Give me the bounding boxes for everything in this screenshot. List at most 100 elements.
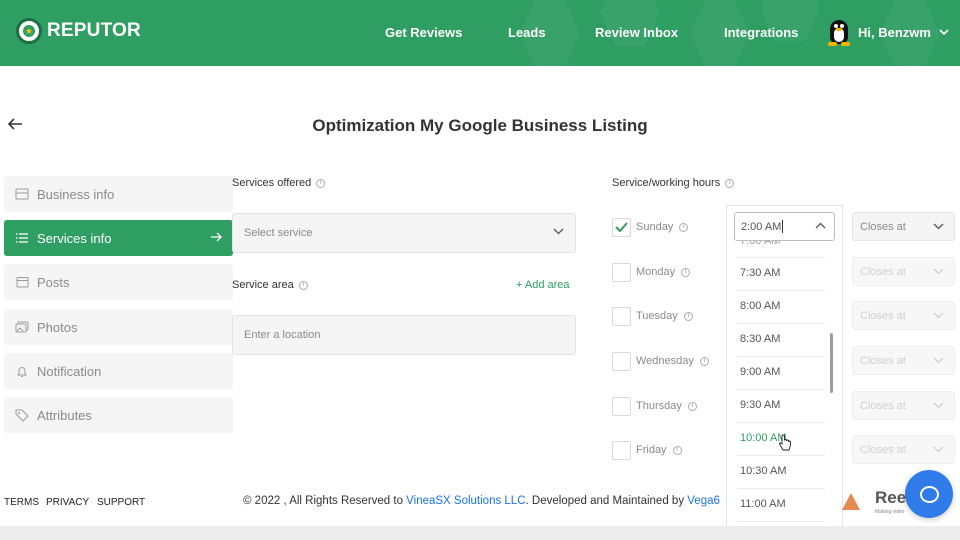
sunday-checkbox[interactable] — [612, 217, 631, 237]
time-option[interactable]: 8:30 AM — [740, 333, 780, 345]
day-label: Monday — [636, 266, 676, 278]
chevron-up-icon — [815, 222, 826, 229]
chat-bubble-icon — [919, 485, 939, 503]
arrow-right-icon — [211, 232, 222, 242]
sidebar-item-label: Attributes — [37, 407, 92, 423]
copyright-text: © 2022 , All Rights Reserved to VineaSX … — [243, 495, 720, 507]
sidebar-item-posts[interactable]: Posts — [4, 264, 233, 300]
service-select[interactable]: Select service — [232, 213, 576, 253]
footer-terms-link[interactable]: TERMS — [4, 497, 39, 508]
time-option[interactable]: 9:30 AM — [740, 399, 780, 411]
chevron-down-icon — [933, 402, 944, 409]
thursday-closes-select[interactable]: Closes at — [852, 391, 955, 420]
nav-leads[interactable]: Leads — [508, 25, 546, 40]
day-label: Friday — [636, 444, 667, 456]
wednesday-closes-select[interactable]: Closes at — [852, 346, 955, 375]
sidebar-item-label: Photos — [37, 319, 78, 335]
list-icon — [15, 231, 29, 245]
chevron-down-icon — [939, 29, 949, 35]
time-dropdown-list[interactable]: 7:00 AM 7:30 AM 8:00 AM 8:30 AM 9:00 AM … — [726, 205, 843, 540]
footer-privacy-link[interactable]: PRIVACY — [46, 497, 89, 508]
services-offered-label: Services offered i — [232, 177, 326, 189]
day-row-friday: Friday i — [612, 440, 682, 460]
location-input[interactable] — [232, 315, 576, 355]
day-label: Thursday — [636, 400, 682, 412]
sidebar-item-business-info[interactable]: Business info — [4, 176, 233, 212]
dropdown-scrollbar[interactable] — [830, 333, 833, 393]
page-title: Optimization My Google Business Listing — [312, 116, 648, 135]
info-icon: i — [316, 178, 326, 188]
time-option[interactable]: 8:00 AM — [740, 300, 780, 312]
day-row-wednesday: Wednesday i — [612, 351, 709, 371]
footer-support-link[interactable]: SUPPORT — [97, 497, 145, 508]
sunday-closes-select[interactable]: Closes at — [852, 212, 955, 241]
tag-icon — [15, 408, 29, 422]
time-option[interactable]: 9:00 AM — [740, 366, 780, 378]
info-icon: i — [679, 222, 689, 232]
tuesday-checkbox[interactable] — [612, 306, 631, 326]
user-menu[interactable]: Hi, Benzwm — [826, 18, 949, 46]
wednesday-checkbox[interactable] — [612, 351, 631, 371]
day-label: Wednesday — [636, 355, 694, 367]
sidebar-item-label: Services info — [37, 230, 112, 246]
friday-checkbox[interactable] — [612, 440, 631, 460]
nav-review-inbox[interactable]: Review Inbox — [595, 25, 678, 40]
day-row-monday: Monday i — [612, 262, 691, 282]
tuesday-closes-select[interactable]: Closes at — [852, 301, 955, 330]
user-greeting: Hi, Benzwm — [858, 24, 931, 40]
info-icon: i — [687, 401, 697, 411]
friday-closes-select[interactable]: Closes at — [852, 435, 955, 464]
chat-support-button[interactable] — [905, 470, 953, 518]
time-option[interactable]: 7:30 AM — [740, 267, 780, 279]
thursday-checkbox[interactable] — [612, 396, 631, 416]
company-link[interactable]: VineaSX Solutions LLC — [406, 495, 525, 507]
sidebar-item-notification[interactable]: Notification — [4, 353, 233, 389]
calendar-icon — [15, 275, 29, 289]
brand-name: REPUTOR — [47, 20, 141, 41]
nav-get-reviews[interactable]: Get Reviews — [385, 25, 462, 40]
sidebar-item-services-info[interactable]: Services info — [4, 220, 233, 256]
chevron-down-icon — [553, 228, 564, 235]
working-hours-label: Service/working hours i — [612, 177, 735, 189]
day-row-tuesday: Tuesday i — [612, 306, 693, 326]
nav-integrations[interactable]: Integrations — [724, 25, 798, 40]
sidebar-item-attributes[interactable]: Attributes — [4, 397, 233, 433]
info-icon: i — [681, 267, 691, 277]
day-label: Tuesday — [636, 310, 678, 322]
info-icon: i — [725, 178, 735, 188]
sidebar-item-label: Posts — [37, 274, 70, 290]
store-icon — [15, 187, 29, 201]
service-select-placeholder: Select service — [244, 227, 313, 239]
hand-cursor-icon — [779, 434, 791, 451]
info-icon: i — [298, 280, 308, 290]
brand-logo[interactable]: ★ REPUTOR — [16, 18, 141, 44]
time-option[interactable]: 11:00 AM — [740, 498, 786, 510]
chevron-down-icon — [933, 357, 944, 364]
logo-icon: ★ — [16, 18, 42, 44]
monday-closes-select[interactable]: Closes at — [852, 257, 955, 286]
top-header: ★ REPUTOR Get Reviews Leads Review Inbox… — [0, 0, 960, 66]
chevron-down-icon — [933, 312, 944, 319]
sidebar-item-label: Notification — [37, 363, 102, 379]
chevron-down-icon — [933, 223, 944, 230]
info-icon: i — [672, 445, 682, 455]
sidebar-item-label: Business info — [37, 186, 115, 202]
time-option[interactable]: 10:30 AM — [740, 465, 786, 477]
add-area-button[interactable]: + Add area — [516, 279, 570, 291]
day-row-thursday: Thursday i — [612, 396, 697, 416]
bell-icon — [15, 364, 29, 378]
day-row-sunday: Sunday i — [612, 217, 689, 237]
chevron-down-icon — [933, 268, 944, 275]
image-icon — [15, 320, 29, 334]
day-label: Sunday — [636, 221, 674, 233]
monday-checkbox[interactable] — [612, 262, 631, 282]
sidebar-item-photos[interactable]: Photos — [4, 309, 233, 345]
service-area-label: Service area i — [232, 279, 308, 291]
chevron-down-icon — [933, 446, 944, 453]
sunday-opens-select[interactable]: 2:00 AM — [734, 212, 835, 241]
developer-link[interactable]: Vega6 — [687, 495, 720, 507]
check-icon — [615, 222, 628, 232]
info-icon: i — [683, 311, 693, 321]
bottom-bar — [0, 526, 960, 540]
opens-value: 2:00 AM — [741, 220, 782, 233]
